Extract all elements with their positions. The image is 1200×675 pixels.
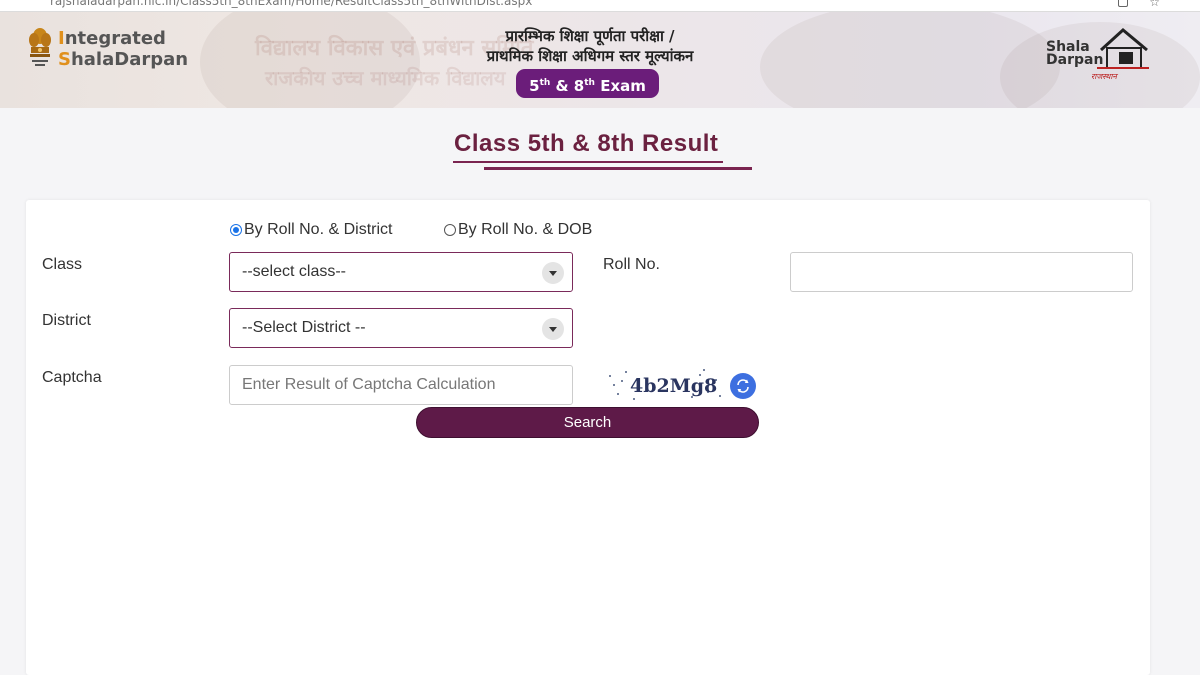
radio-by-district[interactable]: By Roll No. & District	[230, 221, 392, 239]
exam-hindi-title: प्रारम्भिक शिक्षा पूर्णता परीक्षा / प्रा…	[486, 27, 694, 65]
radio-button-checked[interactable]	[230, 224, 242, 236]
chevron-down-icon[interactable]	[542, 318, 564, 340]
class-label: Class	[42, 256, 83, 273]
house-icon	[1097, 28, 1149, 69]
shala-darpan-logo[interactable]: Shala Darpan राजस्थान	[1045, 26, 1153, 88]
site-header: विद्यालय विकास एवं प्रबंधन समिति राजकीय …	[0, 12, 1200, 108]
chevron-down-icon[interactable]	[542, 262, 564, 284]
brand-logo[interactable]: Integrated ShalaDarpan	[58, 28, 188, 70]
roll-no-input[interactable]	[790, 252, 1133, 292]
header-bg-text: राजकीय उच्च माध्यमिक विद्यालय	[265, 66, 506, 90]
class-select[interactable]: --select class--	[229, 252, 573, 292]
url-text[interactable]: rajshaladarpan.nic.in/Class5th_8thExam/H…	[50, 0, 532, 8]
roll-no-label: Roll No.	[603, 256, 660, 273]
title-underline	[484, 167, 752, 170]
captcha-text: 4b2Mg8	[630, 375, 717, 397]
title-underline	[453, 161, 723, 163]
exam-badge: 5th & 8th Exam	[516, 69, 659, 98]
radio-button[interactable]	[444, 224, 456, 236]
radio-by-dob[interactable]: By Roll No. & DOB	[444, 221, 592, 239]
refresh-captcha-button[interactable]	[730, 373, 756, 399]
captcha-image: 4b2Mg8	[609, 369, 721, 400]
search-button[interactable]: Search	[416, 407, 759, 438]
star-icon[interactable]: ☆	[1149, 0, 1160, 9]
captcha-label: Captcha	[42, 369, 102, 386]
page-title: Class 5th & 8th Result	[454, 130, 719, 157]
district-select[interactable]: --Select District --	[229, 308, 573, 348]
refresh-icon	[737, 379, 749, 393]
tab-icon[interactable]	[1118, 0, 1128, 7]
captcha-input[interactable]	[229, 365, 573, 405]
district-label: District	[42, 312, 91, 329]
browser-address-bar: rajshaladarpan.nic.in/Class5th_8thExam/H…	[0, 0, 1200, 12]
national-emblem-icon	[29, 28, 51, 66]
